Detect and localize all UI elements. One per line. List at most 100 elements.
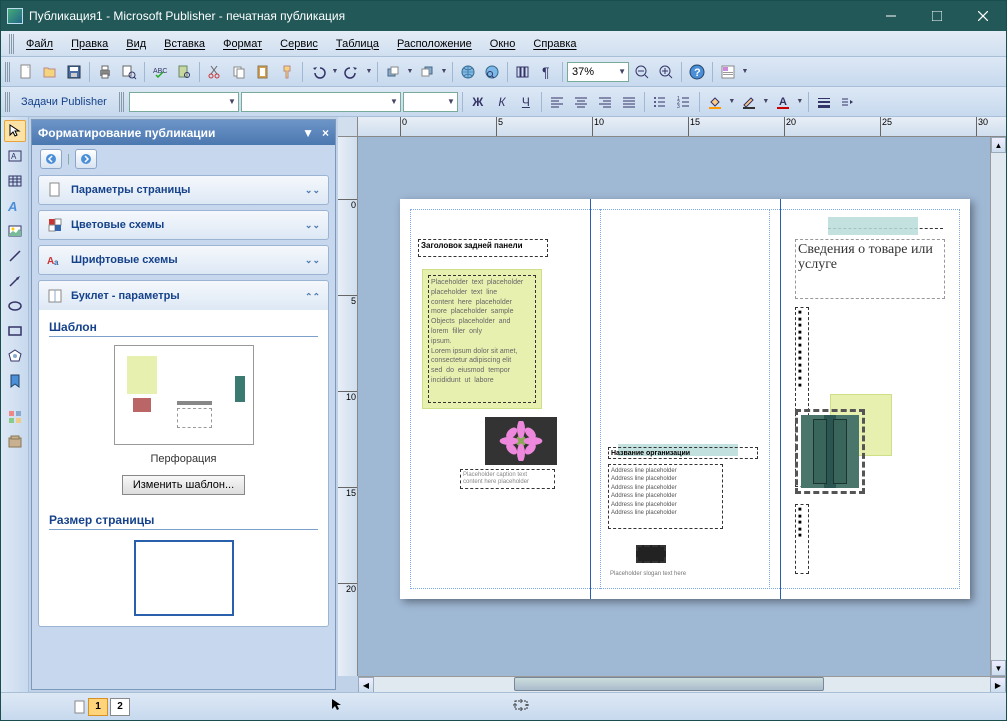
change-template-button[interactable]: Изменить шаблон... bbox=[122, 475, 245, 495]
door-image[interactable] bbox=[795, 409, 865, 494]
print-preview-button[interactable] bbox=[118, 61, 140, 83]
undo-button[interactable] bbox=[307, 61, 329, 83]
underline-button[interactable]: Ч bbox=[515, 91, 537, 113]
zoom-in-button[interactable] bbox=[655, 61, 677, 83]
item-from-content-library-tool[interactable] bbox=[4, 431, 26, 453]
special-chars-button[interactable] bbox=[481, 61, 503, 83]
ruler-corner[interactable] bbox=[338, 117, 358, 137]
copy-button[interactable] bbox=[228, 61, 250, 83]
section-font-schemes[interactable]: Aa Шрифтовые схемы ⌄⌄ bbox=[38, 245, 329, 275]
task-pane-menu-dropdown[interactable]: ▼ bbox=[302, 126, 314, 140]
format-painter-button[interactable] bbox=[276, 61, 298, 83]
publisher-tasks-button[interactable]: Задачи Publisher bbox=[15, 96, 113, 108]
line-color-button[interactable] bbox=[738, 91, 760, 113]
cut-button[interactable] bbox=[204, 61, 226, 83]
border-button[interactable] bbox=[813, 91, 835, 113]
paragraph-marks-button[interactable]: ¶ bbox=[536, 61, 558, 83]
phone-text[interactable] bbox=[815, 569, 945, 579]
align-left-button[interactable] bbox=[546, 91, 568, 113]
columns-button[interactable] bbox=[512, 61, 534, 83]
org-title[interactable]: Название организации bbox=[608, 447, 758, 459]
vertical-ruler[interactable]: 0 5 10 15 20 bbox=[338, 137, 358, 676]
flower-image[interactable] bbox=[485, 417, 557, 465]
webpage-preview-button[interactable] bbox=[457, 61, 479, 83]
send-backward-dropdown[interactable]: ▼ bbox=[440, 61, 448, 83]
menu-format[interactable]: Формат bbox=[215, 35, 270, 53]
arrow-tool[interactable] bbox=[4, 270, 26, 292]
section-booklet-params[interactable]: Буклет - параметры ⌄⌄ bbox=[38, 280, 329, 310]
task-pane-close-button[interactable]: × bbox=[322, 126, 329, 140]
wordart-tool[interactable]: A bbox=[4, 195, 26, 217]
close-button[interactable] bbox=[960, 1, 1006, 31]
save-button[interactable] bbox=[63, 61, 85, 83]
italic-button[interactable]: К bbox=[491, 91, 513, 113]
open-button[interactable] bbox=[39, 61, 61, 83]
page-size-thumbnail[interactable] bbox=[134, 540, 234, 616]
scroll-down-button[interactable]: ▼ bbox=[991, 660, 1006, 676]
caption-text[interactable]: Placeholder caption textcontent here pla… bbox=[460, 469, 555, 489]
page-view[interactable]: Заголовок задней панели Placeholder text… bbox=[358, 137, 990, 676]
horizontal-ruler[interactable]: 0 5 10 15 20 25 30 bbox=[358, 117, 1006, 137]
new-button[interactable] bbox=[15, 61, 37, 83]
send-backward-button[interactable] bbox=[416, 61, 438, 83]
horizontal-scrollbar[interactable]: ◀ ▶ bbox=[358, 676, 1006, 692]
nav-back-button[interactable] bbox=[40, 149, 62, 169]
textbox-tool[interactable]: A bbox=[4, 145, 26, 167]
numbering-button[interactable]: 123 bbox=[673, 91, 695, 113]
vertical-scrollbar[interactable]: ▲ ▼ bbox=[990, 137, 1006, 676]
align-right-button[interactable] bbox=[594, 91, 616, 113]
menu-table[interactable]: Таблица bbox=[328, 35, 387, 53]
org-address[interactable]: Address line placeholderAddress line pla… bbox=[608, 464, 723, 529]
tagline-text[interactable]: Placeholder slogan text here bbox=[608, 569, 723, 579]
menu-edit[interactable]: Правка bbox=[63, 35, 116, 53]
fill-color-dropdown[interactable]: ▼ bbox=[728, 91, 736, 113]
page-tab-2[interactable]: 2 bbox=[110, 698, 130, 716]
zoom-out-button[interactable] bbox=[631, 61, 653, 83]
align-center-button[interactable] bbox=[570, 91, 592, 113]
menu-window[interactable]: Окно bbox=[482, 35, 524, 53]
redo-button[interactable] bbox=[341, 61, 363, 83]
table-tool[interactable] bbox=[4, 170, 26, 192]
bold-button[interactable]: Ж bbox=[467, 91, 489, 113]
autoshapes-tool[interactable] bbox=[4, 345, 26, 367]
line-color-dropdown[interactable]: ▼ bbox=[762, 91, 770, 113]
picture-frame-tool[interactable] bbox=[4, 220, 26, 242]
perforation-strip-2[interactable]: ■■■■■ bbox=[795, 504, 809, 574]
scroll-left-button[interactable]: ◀ bbox=[358, 677, 374, 692]
font-combo[interactable]: ▼ bbox=[241, 92, 401, 112]
catalog-button[interactable] bbox=[717, 61, 739, 83]
menu-file[interactable]: Файл bbox=[18, 35, 61, 53]
maximize-button[interactable] bbox=[914, 1, 960, 31]
undo-dropdown[interactable]: ▼ bbox=[331, 61, 339, 83]
menu-tools[interactable]: Сервис bbox=[272, 35, 326, 53]
menu-help[interactable]: Справка bbox=[525, 35, 584, 53]
line-tool[interactable] bbox=[4, 245, 26, 267]
bullets-button[interactable] bbox=[649, 91, 671, 113]
bookmark-tool[interactable] bbox=[4, 370, 26, 392]
scroll-right-button[interactable]: ▶ bbox=[990, 677, 1006, 692]
paste-button[interactable] bbox=[252, 61, 274, 83]
minimize-button[interactable] bbox=[868, 1, 914, 31]
menu-view[interactable]: Вид bbox=[118, 35, 154, 53]
nav-forward-button[interactable] bbox=[75, 149, 97, 169]
design-gallery-tool[interactable] bbox=[4, 406, 26, 428]
spellcheck-button[interactable]: ABC bbox=[149, 61, 171, 83]
select-tool[interactable] bbox=[4, 120, 26, 142]
redo-dropdown[interactable]: ▼ bbox=[365, 61, 373, 83]
research-button[interactable] bbox=[173, 61, 195, 83]
catalog-dropdown[interactable]: ▼ bbox=[741, 61, 749, 83]
rectangle-tool[interactable] bbox=[4, 320, 26, 342]
zoom-combo[interactable]: 37%▼ bbox=[567, 62, 629, 82]
bring-forward-dropdown[interactable]: ▼ bbox=[406, 61, 414, 83]
more-button[interactable] bbox=[837, 91, 859, 113]
align-justify-button[interactable] bbox=[618, 91, 640, 113]
logo-placeholder[interactable] bbox=[636, 545, 666, 563]
menu-arrange[interactable]: Расположение bbox=[389, 35, 480, 53]
publication-page[interactable]: Заголовок задней панели Placeholder text… bbox=[400, 199, 970, 599]
help-button[interactable]: ? bbox=[686, 61, 708, 83]
section-page-options[interactable]: Параметры страницы ⌄⌄ bbox=[38, 175, 329, 205]
template-thumbnail[interactable] bbox=[114, 345, 254, 445]
page-tab-1[interactable]: 1 bbox=[88, 698, 108, 716]
fill-color-button[interactable] bbox=[704, 91, 726, 113]
print-button[interactable] bbox=[94, 61, 116, 83]
